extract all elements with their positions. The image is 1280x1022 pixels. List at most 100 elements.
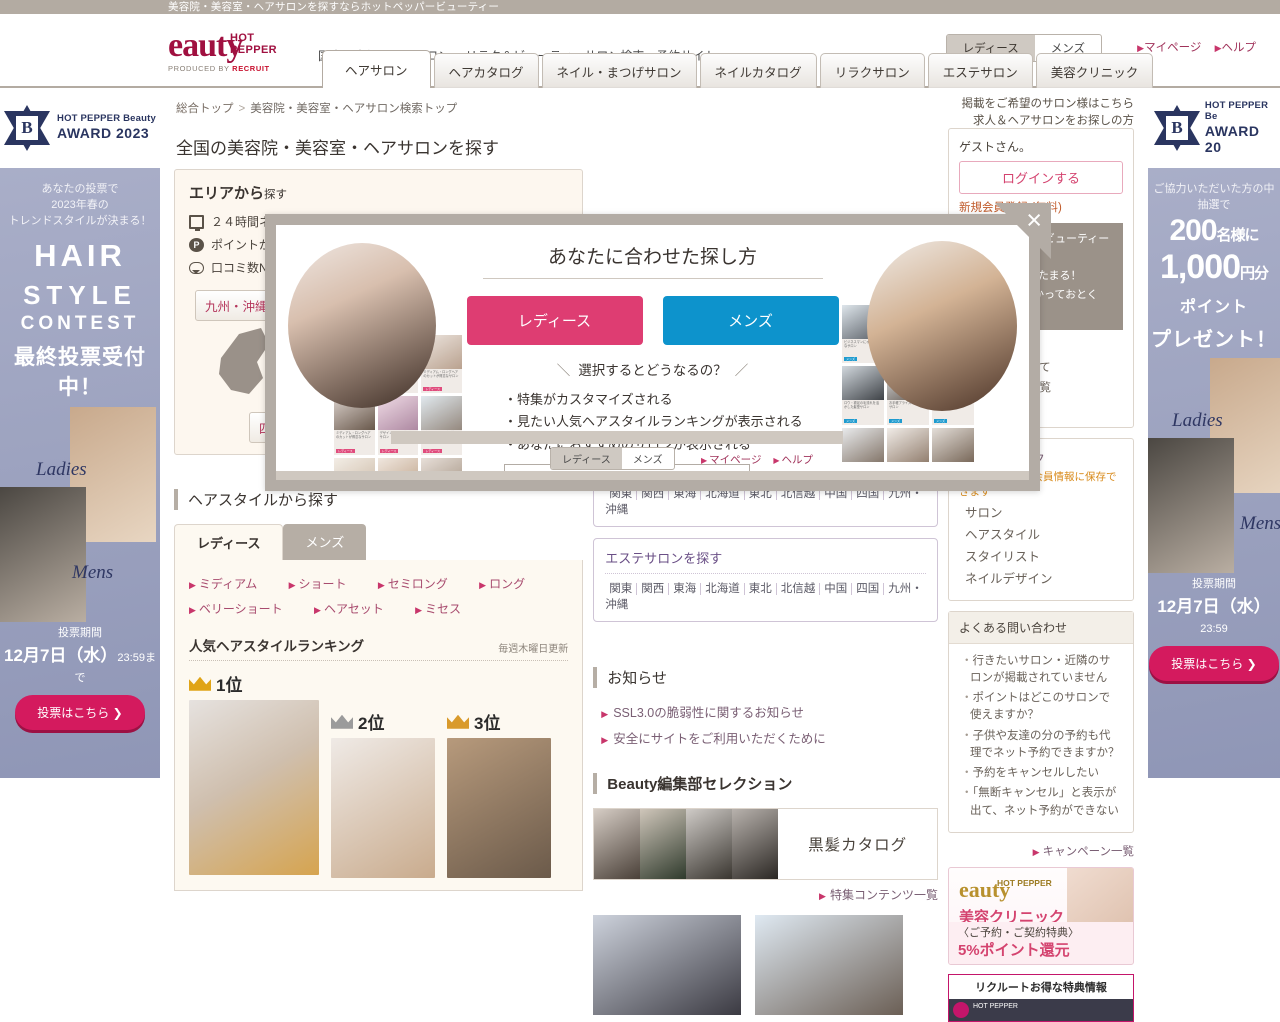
modal-thumb-cell	[932, 427, 974, 462]
login-button[interactable]: ログインする	[958, 161, 1124, 194]
rank-item-3[interactable]: 3位	[447, 709, 551, 879]
left-banner-ladies-script: Ladies	[36, 459, 87, 481]
tab-hair-catalog[interactable]: ヘアカタログ	[433, 53, 539, 88]
esthe-area-hokkaido[interactable]: 北海道	[701, 583, 745, 595]
esthe-salon-title[interactable]: エステサロンを探す	[605, 548, 926, 567]
modal-gender-switch[interactable]: レディース メンズ	[550, 447, 675, 470]
logo-recruit-text: RECRUIT	[232, 64, 270, 73]
area-search-title-strong: エリアから	[189, 185, 265, 202]
left-banner-style: STYLE	[23, 280, 137, 311]
right-banner-time-text: 23:59	[1200, 622, 1228, 635]
bookmark-item-hairstyle[interactable]: ヘアスタイル	[959, 525, 1123, 547]
campaign-anchor[interactable]: ▶ キャンペーン一覧	[1033, 846, 1134, 858]
faq-item-2[interactable]: ポイントはどこのサロンで使えますか？	[961, 690, 1121, 725]
clinic-banner[interactable]: HOT PEPPER eauty 美容クリニック 〈ご予約・ご契約特典〉 5%ポ…	[947, 866, 1135, 965]
breadcrumb-home[interactable]: 総合トップ	[176, 103, 234, 115]
bookmark-item-stylist[interactable]: スタイリスト	[959, 547, 1123, 569]
feature-image-ladies[interactable]	[593, 915, 742, 1015]
right-banner-num1-suffix: 名様に	[1216, 226, 1260, 244]
left-banner-vote-button[interactable]: 投票はこちら ❯	[15, 695, 145, 731]
hairstyle-link-mrs[interactable]: ▶ ミセス	[415, 602, 475, 616]
hairstyle-link-long[interactable]: ▶ ロング	[479, 577, 539, 591]
selection-banner[interactable]: 黒髪カタログ	[593, 808, 938, 880]
esthe-area-hokushinetsu[interactable]: 北信越	[776, 583, 821, 595]
ranking-header: 人気ヘアスタイルランキング 毎週木曜日更新	[189, 635, 569, 662]
bookmark-item-salon[interactable]: サロン	[959, 503, 1123, 525]
tab-hair-salon[interactable]: ヘアサロン	[322, 50, 431, 88]
rank-item-1[interactable]: 1位	[189, 671, 319, 876]
slash-right-icon: ／	[734, 363, 749, 378]
feature-image-mens[interactable]	[755, 915, 904, 1015]
tab-nail-catalog[interactable]: ネイルカタログ	[699, 53, 817, 88]
faq-item-1[interactable]: 行きたいサロン・近隣のサロンが掲載されていません	[961, 653, 1121, 688]
hairstyle-tab-ladies[interactable]: レディース	[174, 524, 284, 560]
right-side-banner[interactable]: B HOT PEPPER Be AWARD 20 ご協力いただいた方の中 抽選で…	[1148, 88, 1280, 778]
faq-item-5[interactable]: 「無断キャンセル」と表示が出て、ネット予約ができない	[961, 785, 1121, 820]
award-logo-header: B HOT PEPPER Beauty AWARD 2023	[0, 88, 160, 168]
arrow-icon: ▶	[819, 891, 826, 901]
selection-more-anchor[interactable]: ▶ 特集コンテンツ一覧	[819, 888, 938, 902]
site-logo[interactable]: HOT PEPPER eauty PRODUCED BY RECRUIT	[168, 29, 300, 74]
salon-owner-line1[interactable]: 掲載をご希望のサロン様はこちら	[962, 96, 1135, 113]
notice-item-safety-label: 安全にサイトをご利用いただくために	[613, 732, 826, 746]
hairstyle-link-semilong[interactable]: ▶ セミロング	[378, 577, 462, 591]
left-banner-contest: CONTEST	[20, 313, 140, 335]
left-banner-body[interactable]: あなたの投票で 2023年春の トレンドスタイルが決まる！ HAIR STYLE…	[0, 168, 160, 778]
tab-beauty-clinic[interactable]: 美容クリニック	[1035, 53, 1154, 88]
faq-item-4[interactable]: 予約をキャンセルしたい	[961, 765, 1121, 782]
modal-switch-mens[interactable]: メンズ	[622, 448, 674, 469]
esthe-area-kanto[interactable]: 関東	[605, 583, 638, 595]
rank-item-2[interactable]: 2位	[331, 709, 435, 879]
rank-3-image[interactable]	[447, 738, 551, 879]
modal-link-mypage[interactable]: ▶ マイページ	[701, 454, 761, 466]
header-link-help[interactable]: ▶ヘルプ	[1215, 42, 1256, 54]
rank-1-image[interactable]	[189, 700, 319, 876]
crown-icon	[189, 677, 211, 691]
selection-more-link[interactable]: ▶ 特集コンテンツ一覧	[593, 886, 938, 903]
notice-item-ssl[interactable]: ▶ SSL3.0の脆弱性に関するお知らせ	[601, 702, 938, 721]
tab-nail-eyelash-salon[interactable]: ネイル・まつげサロン	[541, 53, 697, 88]
modal-close-button[interactable]: ×	[995, 203, 1051, 259]
crown-icon	[447, 715, 469, 729]
tab-relax-salon[interactable]: リラクサロン	[819, 53, 925, 88]
hairstyle-link-veryshort[interactable]: ▶ ベリーショート	[189, 602, 297, 616]
notice-item-safety[interactable]: ▶ 安全にサイトをご利用いただくために	[601, 728, 938, 747]
right-banner-vote-button[interactable]: 投票はこちら ❯	[1149, 645, 1279, 681]
faq-box-inner: 行きたいサロン・近隣のサロンが掲載されていません ポイントはどこのサロンで使えま…	[949, 644, 1133, 832]
esthe-area-chugoku[interactable]: 中国	[820, 583, 853, 595]
bookmark-item-naildesign[interactable]: ネイルデザイン	[959, 569, 1123, 591]
hairstyle-tab-mens[interactable]: メンズ	[283, 524, 367, 560]
hairstyle-link-hairset[interactable]: ▶ ヘアセット	[314, 602, 398, 616]
selection-thumb-2	[640, 809, 687, 879]
slash-left-icon: ＼	[556, 363, 571, 378]
esthe-area-kansai[interactable]: 関西	[637, 583, 670, 595]
faq-item-3[interactable]: 子供や友達の分の予約も代理でネット予約できますか？	[961, 728, 1121, 763]
hairstyle-link-medium[interactable]: ▶ ミディアム	[189, 577, 271, 591]
rank-2-label-row: 2位	[331, 709, 435, 734]
modal-ladies-button[interactable]: レディース	[466, 296, 643, 345]
award-star-icon: B	[4, 105, 51, 151]
esthe-area-tokai[interactable]: 東海	[669, 583, 702, 595]
salon-owner-line2[interactable]: 求人＆ヘアサロンをお探しの方	[962, 113, 1134, 130]
modal-switch-ladies[interactable]: レディース	[551, 448, 622, 469]
rank-1-label-row: 1位	[189, 671, 319, 696]
award-logo-header-right: B HOT PEPPER Be AWARD 20	[1148, 88, 1280, 168]
arrow-icon: ▶	[314, 604, 321, 615]
clinic-banner-sub: 〈ご予約・ご契約特典〉	[957, 926, 1079, 939]
right-banner-body[interactable]: ご協力いただいた方の中 抽選で 200名様に 1,000円分 ポイント プレゼン…	[1148, 168, 1280, 778]
esthe-area-shikoku[interactable]: 四国	[852, 583, 885, 595]
faq-list: 行きたいサロン・近隣のサロンが掲載されていません ポイントはどこのサロンで使えま…	[959, 653, 1123, 820]
logo-produced-by: PRODUCED BY RECRUIT	[168, 64, 300, 73]
left-side-banner[interactable]: B HOT PEPPER Beauty AWARD 2023 あなたの投票で 2…	[0, 88, 160, 778]
right-banner-mens-script: Mens	[1240, 512, 1280, 534]
modal-link-help[interactable]: ▶ ヘルプ	[773, 454, 813, 466]
right-banner-num1-value: 200	[1169, 213, 1217, 247]
tab-esthe-salon[interactable]: エステサロン	[927, 53, 1033, 88]
esthe-area-tohoku[interactable]: 東北	[744, 583, 777, 595]
rank-2-image[interactable]	[331, 738, 435, 879]
campaign-link[interactable]: ▶ キャンペーン一覧	[948, 843, 1134, 859]
modal-mens-button[interactable]: メンズ	[662, 296, 839, 345]
recruit-banner[interactable]: リクルートお得な特典情報 HOT PEPPER	[947, 973, 1135, 1022]
hairstyle-link-short[interactable]: ▶ ショート	[289, 577, 361, 591]
modal-thumb-caption: ロウ・襟足の毛流れを活かした髪型サロン	[844, 401, 880, 410]
